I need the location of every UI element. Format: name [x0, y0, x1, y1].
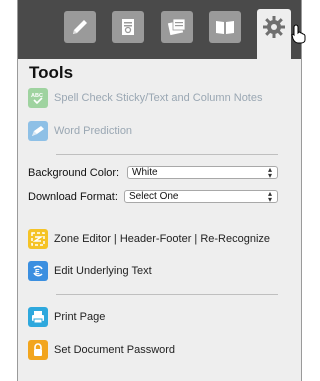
tab-reader[interactable] — [209, 11, 241, 43]
divider — [56, 294, 278, 295]
edit-underlying-text-label: Edit Underlying Text — [54, 265, 152, 277]
background-color-select[interactable]: White ▴ ▾ — [127, 165, 278, 180]
background-color-value: White — [132, 167, 158, 178]
tools-panel: Tools ABC Spell Check Sticky/Text and Co… — [17, 0, 306, 381]
tab-notes[interactable] — [161, 11, 193, 43]
edit-text-icon: E — [28, 261, 48, 281]
edit-underlying-text-option[interactable]: E Edit Underlying Text — [28, 261, 152, 281]
gear-icon — [262, 15, 286, 39]
select-arrows-icon: ▴ ▾ — [267, 189, 272, 204]
printer-icon — [28, 307, 48, 327]
select-arrows-icon: ▴ ▾ — [267, 165, 272, 180]
tab-tools[interactable] — [257, 9, 291, 59]
zone-editor-icon — [28, 229, 48, 249]
spell-check-icon: ABC — [28, 88, 48, 108]
panel-title: Tools — [29, 63, 74, 82]
hand-cursor-icon — [291, 24, 307, 49]
set-password-option[interactable]: Set Document Password — [28, 340, 175, 360]
print-page-label: Print Page — [54, 311, 106, 323]
print-page-option[interactable]: Print Page — [28, 307, 105, 327]
tab-document[interactable] — [112, 11, 144, 43]
tools-tab-bar — [18, 0, 301, 59]
set-password-label: Set Document Password — [54, 344, 176, 356]
download-format-select[interactable]: Select One ▴ ▾ — [124, 189, 278, 204]
sticky-notes-icon — [166, 16, 188, 38]
lock-icon — [28, 340, 48, 360]
word-prediction-icon — [28, 121, 48, 141]
background-color-label: Background Color: — [28, 167, 120, 179]
download-format-label: Download Format: — [28, 191, 118, 203]
spell-check-option[interactable]: ABC Spell Check Sticky/Text and Column N… — [28, 88, 262, 108]
svg-text:E: E — [35, 269, 40, 276]
word-prediction-option[interactable]: Word Prediction — [28, 121, 132, 141]
spell-check-label: Spell Check Sticky/Text and Column Notes — [54, 92, 263, 104]
zone-editor-label: Zone Editor | Header-Footer | Re-Recogni… — [54, 233, 271, 245]
zone-editor-option[interactable]: Zone Editor | Header-Footer | Re-Recogni… — [28, 229, 270, 249]
download-format-value: Select One — [129, 191, 179, 202]
book-icon — [214, 16, 236, 38]
divider — [56, 154, 278, 155]
word-prediction-label: Word Prediction — [54, 125, 133, 137]
tab-annotate[interactable] — [64, 11, 96, 43]
document-icon — [117, 16, 139, 38]
pencil-icon — [69, 16, 91, 38]
